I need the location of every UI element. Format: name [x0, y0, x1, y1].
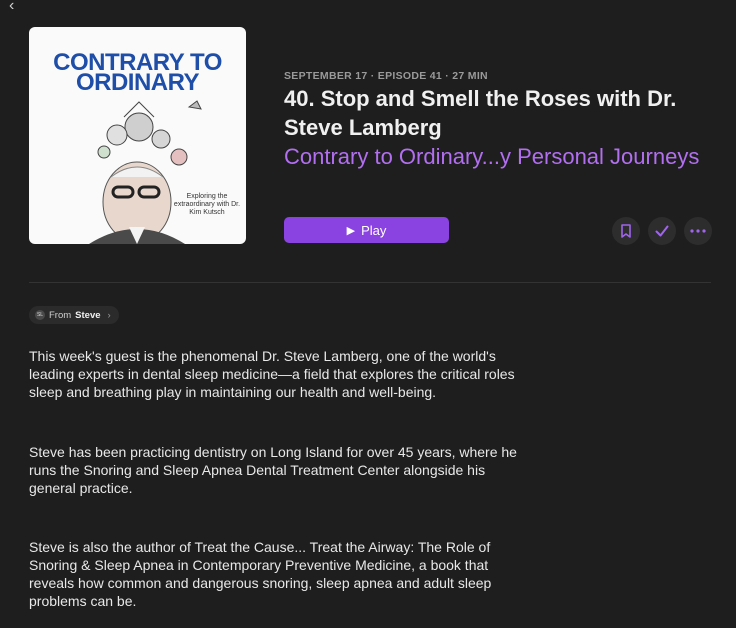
episode-title: 40. Stop and Smell the Roses with Dr. St… [284, 86, 677, 140]
from-steve-chip[interactable]: SL From Steve › [29, 306, 119, 324]
episode-meta: SEPTEMBER 17 · EPISODE 41 · 27 MIN [284, 70, 488, 82]
description-paragraph: This week's guest is the phenomenal Dr. … [29, 348, 515, 400]
podcast-artwork: CONTRARY TO ORDINARY Exploring the extra… [29, 27, 246, 244]
bookmark-icon [621, 224, 631, 238]
bookmark-button[interactable] [612, 217, 640, 245]
chevron-left-icon: ‹ [9, 0, 15, 14]
back-button[interactable]: ‹ [9, 0, 21, 14]
artwork-subtitle: Exploring the extraordinary with Dr. Kim… [173, 193, 241, 216]
checkmark-icon [655, 225, 669, 237]
chevron-right-icon: › [107, 309, 111, 321]
more-icon [690, 229, 706, 233]
mark-played-button[interactable] [648, 217, 676, 245]
divider [29, 282, 711, 283]
show-name-link[interactable]: Contrary to Ordinary...y Personal Journe… [284, 143, 724, 171]
from-name: Steve [75, 309, 101, 321]
description-paragraph: Steve has been practicing dentistry on L… [29, 444, 517, 496]
play-label: Play [361, 222, 387, 238]
description-paragraph: Steve is also the author of Treat the Ca… [29, 539, 492, 609]
more-button[interactable] [684, 217, 712, 245]
from-prefix: From [49, 309, 72, 321]
avatar: SL [35, 310, 45, 320]
play-icon: ▶ [346, 224, 356, 237]
play-button[interactable]: ▶ Play [284, 217, 449, 243]
